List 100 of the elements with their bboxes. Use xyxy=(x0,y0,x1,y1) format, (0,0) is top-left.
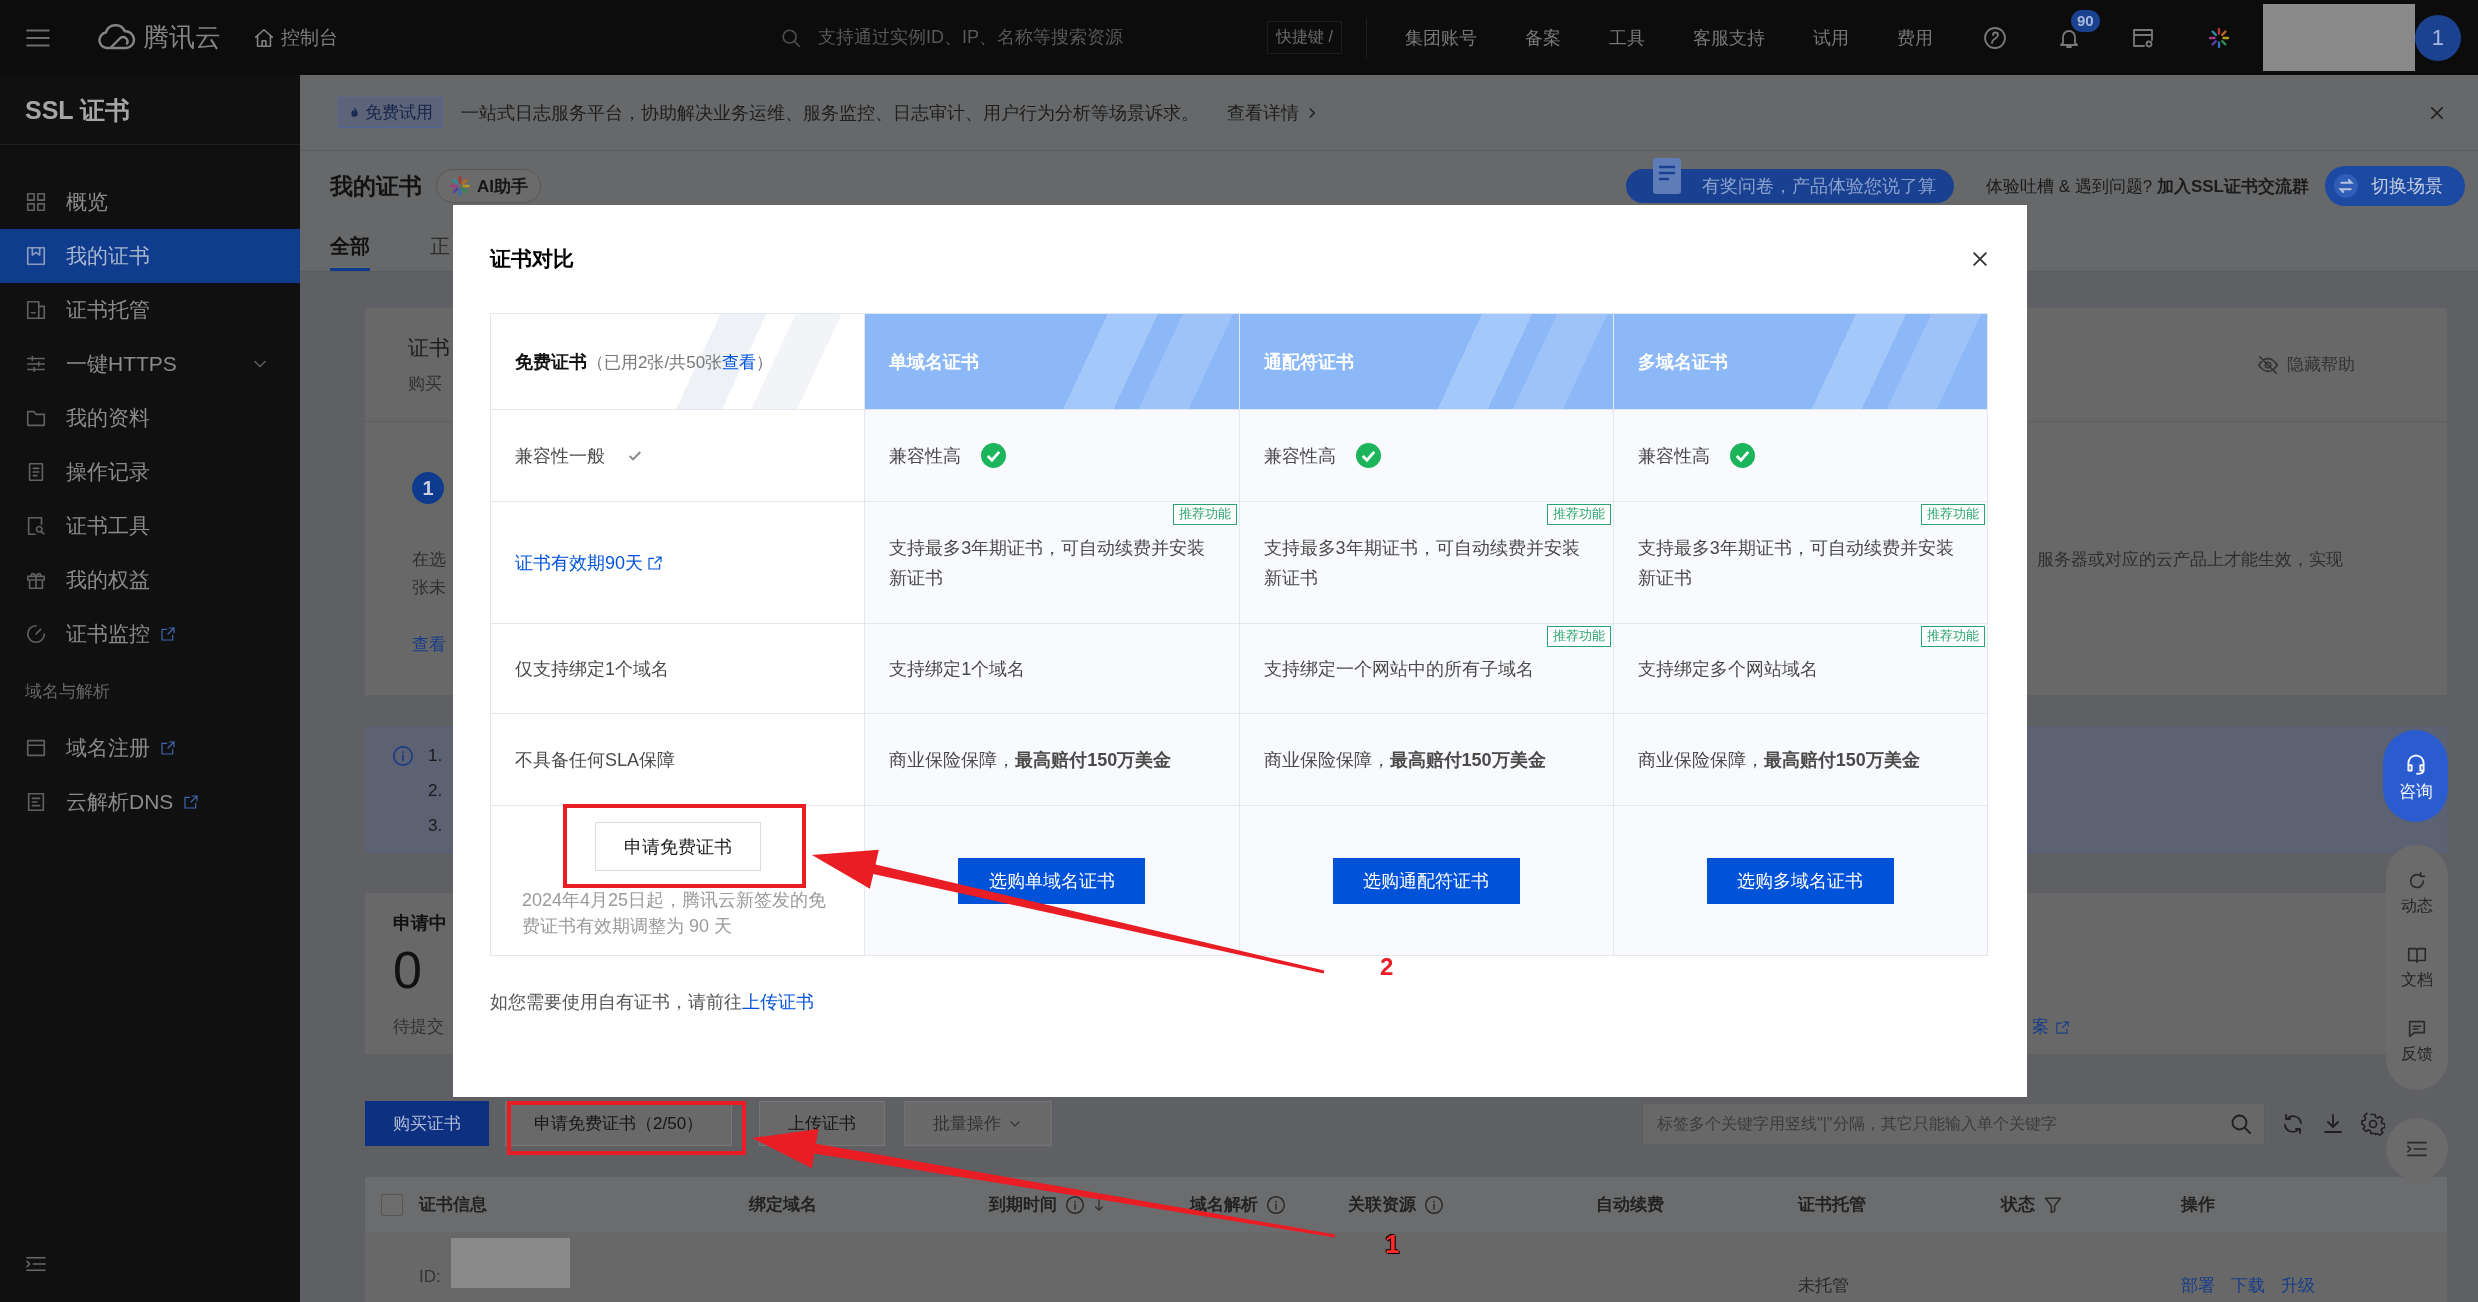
nav-link[interactable]: 试用 xyxy=(1812,25,1849,50)
check-circle-icon xyxy=(1355,443,1381,468)
cell-text: 兼容性高 xyxy=(889,444,962,468)
cell-text: 兼容性高 xyxy=(1637,444,1710,468)
download-icon[interactable] xyxy=(2321,1111,2345,1136)
info-icon[interactable] xyxy=(1065,1194,1085,1215)
purchase-button[interactable]: 选购多域名证书 xyxy=(1706,857,1894,904)
external-link-icon xyxy=(2055,1019,2070,1035)
details-link[interactable]: 查看详情 xyxy=(1227,100,1319,125)
eye-off-icon xyxy=(2257,353,2279,376)
apply-button[interactable]: 申请免费证书 xyxy=(594,822,761,871)
nav-link[interactable]: 备案 xyxy=(1524,25,1561,50)
shortcut-hint[interactable]: 快捷键 / xyxy=(1267,21,1342,54)
column-header: 多域名证书 xyxy=(1637,350,1728,374)
column-header: 证书托管 xyxy=(1798,1194,1866,1216)
notice-item: 1. xyxy=(428,745,443,767)
toolbar-button[interactable]: 购买证书 xyxy=(365,1101,489,1146)
sidebar-item[interactable]: 云解析DNS xyxy=(0,775,300,829)
ai-assistant-button[interactable]: AI助手 xyxy=(436,169,541,203)
step-text: 服务器或对应的云产品上才能生效，实现 xyxy=(2037,549,2343,571)
survey-button[interactable]: 有奖问卷，产品体验您说了算 xyxy=(1625,169,1954,203)
cell-text: 商业保险保障，最高赔付150万美金 xyxy=(1263,748,1546,772)
info-icon xyxy=(392,745,414,767)
nav-link[interactable]: 客服支持 xyxy=(1692,25,1765,50)
notification-badge: 90 xyxy=(2070,9,2100,32)
close-icon[interactable] xyxy=(1970,249,1990,269)
notice-item: 2. xyxy=(428,780,443,802)
sidebar-item[interactable]: 操作记录 xyxy=(0,445,300,499)
external-link-icon xyxy=(160,740,176,756)
sidebar-item[interactable]: 证书托管 xyxy=(0,283,300,337)
column-header: 操作 xyxy=(2181,1194,2215,1216)
cell-note: 2024年4月25日起，腾讯云新签发的免费证书有效期调整为 90 天 xyxy=(521,889,828,938)
cell-text: 兼容性一般 xyxy=(515,444,605,468)
info-icon[interactable] xyxy=(1266,1194,1286,1215)
cell-text: 支持绑定1个域名 xyxy=(889,657,1026,681)
cell-text: 支持最多3年期证书，可自动续费并安装新证书 xyxy=(889,536,1207,590)
home-icon xyxy=(253,26,275,49)
sliders-icon xyxy=(25,353,47,375)
toolbar-button[interactable]: 申请免费证书（2/50） xyxy=(505,1101,733,1146)
console-link[interactable]: 控制台 xyxy=(253,24,338,51)
color-burst-icon[interactable] xyxy=(2206,25,2231,50)
browser-window-icon xyxy=(25,737,47,759)
cell-text: 商业保险保障，最高赔付150万美金 xyxy=(889,748,1172,772)
question-circle-icon[interactable] xyxy=(1982,25,2007,50)
sidebar-item[interactable]: 一键HTTPS xyxy=(0,337,300,391)
tool-button[interactable]: 文档 xyxy=(2401,944,2433,991)
cell-text: 支持绑定一个网站中的所有子域名 xyxy=(1263,657,1534,681)
sidebar-item[interactable]: 我的证书 xyxy=(0,229,300,283)
purchase-button[interactable]: 选购通配符证书 xyxy=(1332,857,1520,904)
refresh-icon[interactable] xyxy=(2281,1111,2305,1136)
nav-link[interactable]: 费用 xyxy=(1896,25,1933,50)
tab[interactable]: 全部 xyxy=(330,233,370,271)
dialog-title: 证书对比 xyxy=(490,246,574,272)
nav-link[interactable]: 集团账号 xyxy=(1404,25,1477,50)
cell-text: 兼容性高 xyxy=(1263,444,1336,468)
sidebar-item[interactable]: 我的权益 xyxy=(0,553,300,607)
document-icon xyxy=(1651,157,1682,195)
cell-text: 支持最多3年期证书，可自动续费并安装新证书 xyxy=(1637,536,1955,590)
search-icon xyxy=(780,26,802,49)
menu-icon[interactable] xyxy=(25,26,51,49)
document-search-icon xyxy=(25,515,47,537)
sidebar-item[interactable]: 概览 xyxy=(0,175,300,229)
annotation-number: 2 xyxy=(1380,953,1394,981)
nav-link[interactable]: 工具 xyxy=(1608,25,1645,50)
avatar[interactable]: 1 xyxy=(2414,14,2461,61)
free-trial-button[interactable]: 免费试用 xyxy=(338,97,443,128)
info-icon[interactable] xyxy=(1424,1194,1444,1215)
external-link-icon xyxy=(160,626,176,642)
flame-icon xyxy=(348,105,361,120)
validity-link[interactable]: 证书有效期90天 xyxy=(515,550,664,575)
notice-item: 3. xyxy=(428,815,443,837)
check-circle-icon xyxy=(981,443,1007,468)
bookmark-frame-icon xyxy=(25,245,47,267)
switch-scene-button[interactable]: 切换场景 xyxy=(2325,166,2465,206)
cell-text: 支持绑定多个网站域名 xyxy=(1637,657,1818,681)
cell-text: 仅支持绑定1个域名 xyxy=(515,657,669,681)
sidebar-item[interactable]: 证书工具 xyxy=(0,499,300,553)
gauge-icon xyxy=(25,623,47,645)
upload-link[interactable]: 上传证书 xyxy=(742,992,814,1012)
settings-icon[interactable] xyxy=(2361,1111,2385,1136)
tool-button[interactable]: 反馈 xyxy=(2401,1017,2433,1065)
checkbox[interactable] xyxy=(381,1193,403,1216)
indent-lines-icon[interactable] xyxy=(25,1255,47,1273)
feedback-text: 体验吐槽 & 遇到问题? 加入SSL证书交流群 xyxy=(1985,175,2309,198)
view-link[interactable]: 查看 xyxy=(722,352,757,372)
stat-value: 0 xyxy=(393,940,422,1000)
brand-link[interactable]: 腾讯云 xyxy=(97,20,221,55)
recommended-tag: 推荐功能 xyxy=(1921,626,1985,647)
column-header: 到期时间 xyxy=(989,1194,1057,1216)
sidebar-item[interactable]: 我的资料 xyxy=(0,391,300,445)
sidebar-item[interactable]: 证书监控 xyxy=(0,607,300,661)
sidebar-item[interactable]: 域名注册 xyxy=(0,721,300,775)
cell-text: 商业保险保障，最高赔付150万美金 xyxy=(1637,748,1920,772)
column-header: 通配符证书 xyxy=(1263,350,1354,374)
cell-text: 不具备任何SLA保障 xyxy=(515,748,676,772)
column-header: 域名解析 xyxy=(1190,1194,1258,1216)
tab[interactable]: 正 xyxy=(430,233,450,271)
tool-button[interactable]: 动态 xyxy=(2401,870,2433,918)
external-link-icon xyxy=(647,554,664,571)
purchase-button[interactable]: 选购单域名证书 xyxy=(958,857,1146,904)
